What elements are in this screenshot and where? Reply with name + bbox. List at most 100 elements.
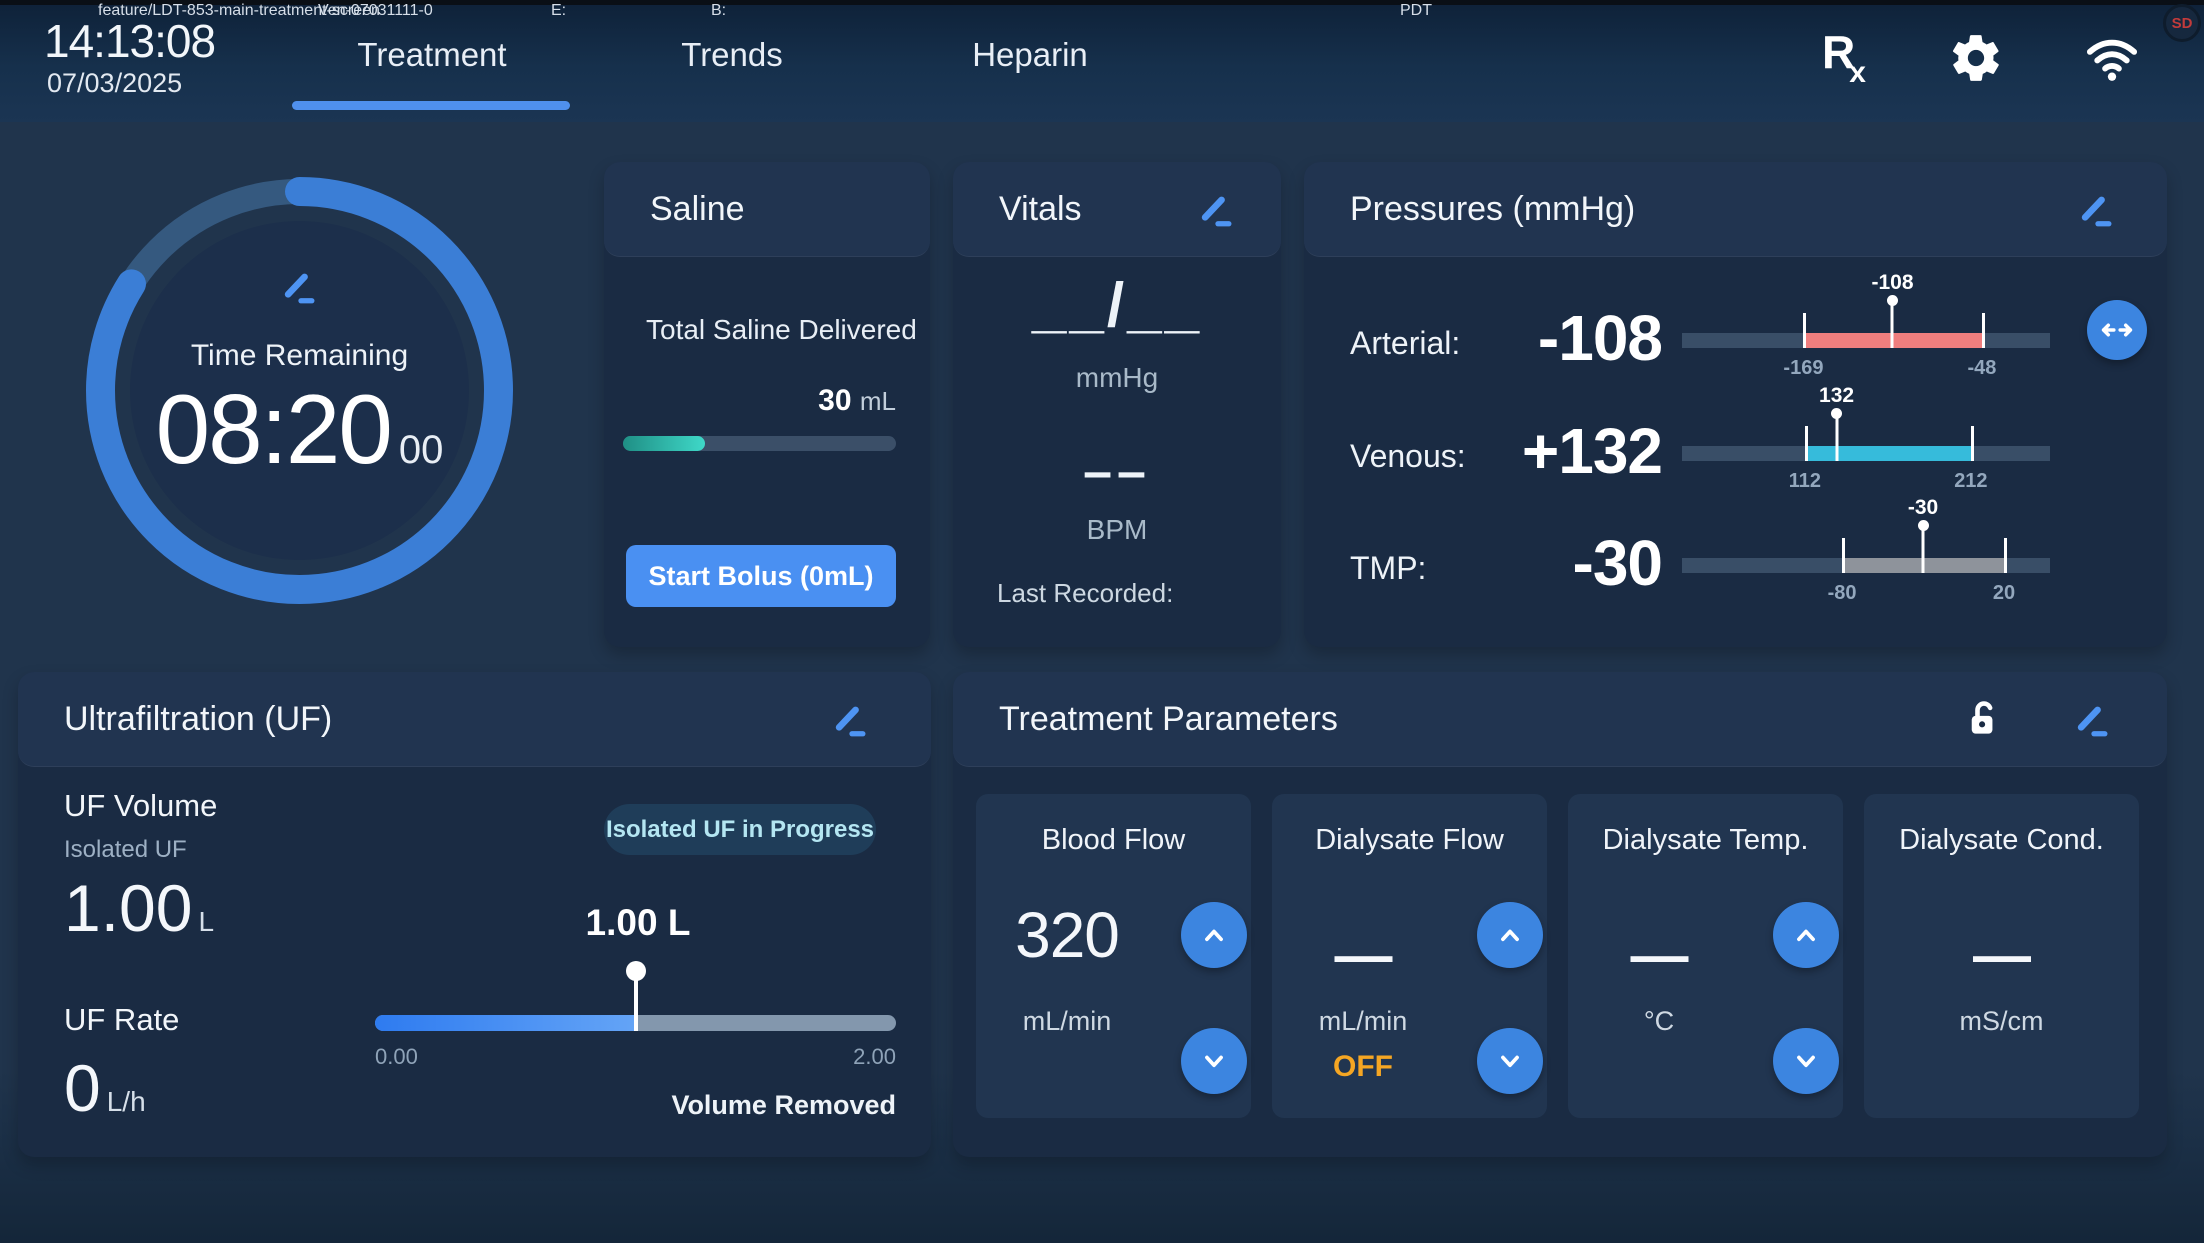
pencil-icon bbox=[829, 698, 873, 742]
e-label: E: bbox=[551, 2, 566, 20]
chevron-up-icon bbox=[1197, 918, 1231, 952]
wifi-icon bbox=[2081, 31, 2143, 85]
tab-trends[interactable]: Trends bbox=[681, 36, 782, 74]
build-version-text: Ven-07031111-0 bbox=[318, 2, 433, 20]
rx-icon: Rx bbox=[1822, 29, 1866, 88]
chevron-up-icon bbox=[1493, 918, 1527, 952]
uf-rate-label: UF Rate bbox=[64, 1002, 179, 1038]
timer-edit-button[interactable] bbox=[278, 265, 322, 309]
prescription-button[interactable]: Rx bbox=[1812, 26, 1876, 90]
tp-edit-button[interactable] bbox=[2071, 698, 2115, 742]
start-bolus-button[interactable]: Start Bolus (0mL) bbox=[626, 545, 896, 607]
saline-card: Saline Total Saline Delivered 30 mL Star… bbox=[604, 162, 930, 647]
uf-volume-sublabel: Isolated UF bbox=[64, 836, 187, 864]
venous-max-label: 212 bbox=[1954, 470, 1987, 493]
saline-progress-fill bbox=[623, 436, 705, 451]
vitals-card-header: Vitals bbox=[953, 162, 1281, 257]
venous-max-tick bbox=[1971, 426, 1974, 461]
tmp-value: -30 bbox=[1344, 526, 1662, 600]
dialysate-flow-unit: mL/min bbox=[1272, 1006, 1454, 1037]
vitals-edit-button[interactable] bbox=[1195, 188, 1239, 232]
venous-min-label: 112 bbox=[1789, 470, 1821, 493]
dialysate-flow-title: Dialysate Flow bbox=[1272, 824, 1547, 857]
pencil-icon bbox=[278, 265, 322, 309]
pressure-limits-shift-button[interactable] bbox=[2087, 300, 2147, 360]
tp-card-header: Treatment Parameters bbox=[953, 672, 2167, 767]
parameters-lock-button[interactable] bbox=[1961, 696, 2009, 744]
arterial-gauge: -108 -169 -48 bbox=[1682, 333, 2050, 348]
pressures-edit-button[interactable] bbox=[2075, 188, 2119, 232]
pressures-card-header: Pressures (mmHg) bbox=[1304, 162, 2167, 257]
dialysate-flow-increase-button[interactable] bbox=[1477, 902, 1543, 968]
arterial-pressure-row: Arterial: -108 -108 -169 -48 bbox=[1304, 295, 2167, 405]
ultrafiltration-card: Ultrafiltration (UF) UF Volume Isolated … bbox=[18, 672, 931, 1157]
uf-card-header: Ultrafiltration (UF) bbox=[18, 672, 931, 767]
wifi-indicator[interactable] bbox=[2080, 26, 2144, 90]
blood-flow-decrease-button[interactable] bbox=[1181, 1028, 1247, 1094]
last-recorded-label: Last Recorded: bbox=[997, 578, 1173, 609]
timer-inner-disc: Time Remaining 08:2000 bbox=[130, 221, 469, 560]
tp-title: Treatment Parameters bbox=[999, 700, 1338, 739]
gear-icon bbox=[1948, 30, 2004, 86]
uf-volume-value: 1.00L bbox=[64, 870, 214, 946]
arterial-value: -108 bbox=[1344, 301, 1662, 375]
treatment-parameters-card: Treatment Parameters Blood Flow 320 mL/m… bbox=[953, 672, 2167, 1157]
tmp-min-tick bbox=[1842, 538, 1845, 573]
arterial-max-label: -48 bbox=[1967, 357, 1996, 380]
timer-seconds: 00 bbox=[399, 428, 444, 472]
clock-date: 07/03/2025 bbox=[47, 68, 182, 99]
chevron-down-icon bbox=[1197, 1044, 1231, 1078]
chevron-up-icon bbox=[1789, 918, 1823, 952]
uf-edit-button[interactable] bbox=[829, 698, 873, 742]
dialysate-temp-decrease-button[interactable] bbox=[1773, 1028, 1839, 1094]
arterial-max-tick bbox=[1982, 313, 1985, 348]
pressures-card: Pressures (mmHg) Arterial: -108 -108 -16… bbox=[1304, 162, 2167, 647]
active-tab-indicator bbox=[292, 101, 570, 110]
dialysate-temp-value: — bbox=[1568, 922, 1750, 989]
dialysate-cond-tile: Dialysate Cond. — mS/cm bbox=[1864, 794, 2139, 1118]
venous-value: +132 bbox=[1344, 414, 1662, 488]
saline-card-header: Saline bbox=[604, 162, 930, 257]
pencil-icon bbox=[2071, 698, 2115, 742]
vitals-title: Vitals bbox=[999, 190, 1082, 229]
venous-marker-label: 132 bbox=[1819, 384, 1854, 408]
dialysate-flow-tile: Dialysate Flow — mL/min OFF bbox=[1272, 794, 1547, 1118]
tmp-pressure-row: TMP: -30 -30 -80 20 bbox=[1304, 520, 2167, 630]
chevron-down-icon bbox=[1789, 1044, 1823, 1078]
time-remaining-widget: Time Remaining 08:2000 bbox=[72, 163, 527, 618]
pencil-icon bbox=[2075, 188, 2119, 232]
uf-slider-value: 1.00 L bbox=[586, 902, 691, 944]
heart-rate-placeholder: –– bbox=[953, 442, 1281, 502]
venous-marker bbox=[1835, 413, 1838, 461]
blood-pressure-placeholder: __/__ bbox=[953, 270, 1281, 341]
timer-value: 08:2000 bbox=[130, 373, 469, 486]
pencil-icon bbox=[1195, 188, 1239, 232]
tmp-gauge: -30 -80 20 bbox=[1682, 558, 2050, 573]
uf-title: Ultrafiltration (UF) bbox=[64, 700, 332, 739]
tmp-max-tick bbox=[2004, 538, 2007, 573]
tmp-max-label: 20 bbox=[1993, 582, 2015, 605]
tmp-min-label: -80 bbox=[1828, 582, 1857, 605]
dialysate-flow-value: — bbox=[1272, 922, 1454, 989]
dialysate-temp-unit: °C bbox=[1568, 1006, 1750, 1037]
arterial-min-tick bbox=[1803, 313, 1806, 348]
dialysate-cond-title: Dialysate Cond. bbox=[1864, 824, 2139, 857]
saline-progress-track bbox=[623, 436, 896, 451]
saline-delivered-value: 30 mL bbox=[818, 384, 896, 418]
dialysate-flow-decrease-button[interactable] bbox=[1477, 1028, 1543, 1094]
blood-flow-increase-button[interactable] bbox=[1181, 902, 1247, 968]
top-bar: feature/LDT-853-main-treatment-screen Ve… bbox=[0, 0, 2204, 122]
blood-flow-value: 320 bbox=[976, 898, 1158, 972]
pressures-title: Pressures (mmHg) bbox=[1350, 190, 1635, 229]
dialysate-temp-increase-button[interactable] bbox=[1773, 902, 1839, 968]
dialysate-cond-unit: mS/cm bbox=[1864, 1006, 2139, 1037]
settings-button[interactable] bbox=[1944, 26, 2008, 90]
isolated-uf-status-badge: Isolated UF in Progress bbox=[604, 804, 876, 855]
uf-volume-slider-thumb[interactable] bbox=[634, 969, 638, 1031]
saline-title: Saline bbox=[650, 190, 745, 229]
blood-flow-title: Blood Flow bbox=[976, 824, 1251, 857]
tab-treatment[interactable]: Treatment bbox=[357, 36, 506, 74]
tab-heparin[interactable]: Heparin bbox=[972, 36, 1088, 74]
tmp-marker bbox=[1922, 525, 1925, 573]
chevron-down-icon bbox=[1493, 1044, 1527, 1078]
